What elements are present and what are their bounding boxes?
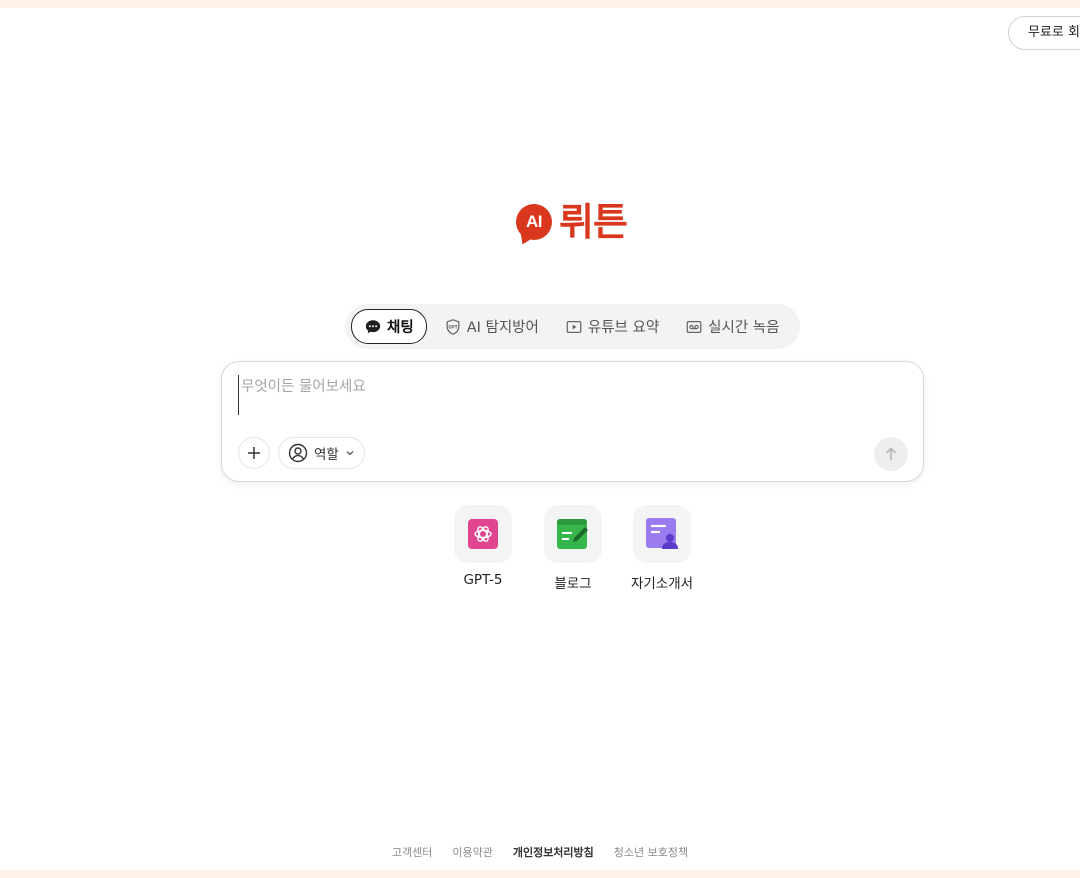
resume-icon bbox=[646, 518, 678, 549]
voicemail-icon bbox=[685, 318, 703, 336]
plus-icon bbox=[248, 447, 260, 459]
quick-app-blog[interactable]: 블로그 bbox=[528, 505, 618, 592]
gpt-shield-icon: GPT bbox=[444, 318, 462, 336]
footer-link-privacy[interactable]: 개인정보처리방침 bbox=[513, 844, 594, 860]
svg-text:GPT: GPT bbox=[448, 324, 457, 329]
role-select[interactable]: 역할 bbox=[278, 437, 365, 469]
signup-button[interactable]: 무료로 회원가입 bbox=[1008, 16, 1080, 50]
openai-icon bbox=[468, 519, 498, 549]
logo-badge: AI bbox=[516, 204, 552, 240]
blog-edit-icon bbox=[557, 519, 588, 549]
prompt-composer: 역할 bbox=[221, 361, 924, 482]
chat-bubble-icon bbox=[364, 318, 382, 336]
tab-live-recording[interactable]: 실시간 녹음 bbox=[672, 310, 792, 343]
tab-chat[interactable]: 채팅 bbox=[351, 309, 427, 344]
quick-app-resume-label: 자기소개서 bbox=[630, 576, 694, 592]
bottom-strip bbox=[0, 870, 1080, 878]
prompt-input[interactable] bbox=[238, 375, 901, 415]
chevron-down-icon bbox=[345, 448, 355, 458]
add-attachment-button[interactable] bbox=[238, 437, 270, 469]
role-label: 역할 bbox=[314, 447, 339, 463]
play-icon bbox=[565, 318, 583, 336]
tab-youtube-summary-label: 유튜브 요약 bbox=[587, 320, 660, 336]
mode-tabs: 채팅 GPT AI 탐지방어 유튜브 요약 실시간 녹음 bbox=[345, 304, 800, 349]
arrow-up-icon bbox=[885, 447, 897, 460]
tab-chat-label: 채팅 bbox=[387, 320, 414, 336]
logo-text: 뤼튼 bbox=[559, 200, 628, 244]
top-strip bbox=[0, 0, 1080, 8]
quick-app-resume[interactable]: 자기소개서 bbox=[617, 505, 707, 592]
footer-link-support[interactable]: 고객센터 bbox=[392, 844, 432, 860]
send-button[interactable] bbox=[874, 437, 908, 471]
logo: AI 뤼튼 bbox=[516, 200, 628, 244]
quick-app-gpt5[interactable]: GPT-5 bbox=[438, 505, 528, 588]
tab-ai-detect[interactable]: GPT AI 탐지방어 bbox=[431, 310, 552, 343]
quick-app-resume-tile bbox=[633, 505, 691, 563]
quick-app-blog-tile bbox=[544, 505, 602, 563]
tab-youtube-summary[interactable]: 유튜브 요약 bbox=[552, 310, 672, 343]
footer-link-terms[interactable]: 이용약관 bbox=[452, 844, 492, 860]
quick-app-gpt5-label: GPT-5 bbox=[463, 572, 503, 588]
footer-link-youth-policy[interactable]: 청소년 보호정책 bbox=[614, 844, 688, 860]
quick-app-gpt5-tile bbox=[454, 505, 512, 563]
footer-links: 고객센터 이용약관 개인정보처리방침 청소년 보호정책 bbox=[0, 844, 1080, 860]
tab-ai-detect-label: AI 탐지방어 bbox=[466, 320, 539, 336]
page: 무료로 회원가입 AI 뤼튼 채팅 GPT AI 탐지방어 유튜브 요약 bbox=[0, 0, 1080, 878]
user-circle-icon bbox=[288, 443, 308, 463]
tab-live-recording-label: 실시간 녹음 bbox=[708, 320, 780, 336]
quick-app-blog-label: 블로그 bbox=[554, 576, 592, 592]
